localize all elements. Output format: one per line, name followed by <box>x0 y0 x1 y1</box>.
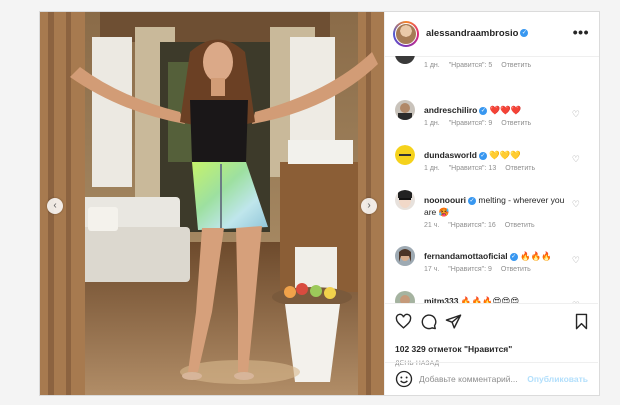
post-author-name[interactable]: alessandraambrosio ✓ <box>426 28 529 39</box>
comment-content: 🔥🔥🔥😍😍😍 <box>460 296 520 303</box>
comment-text: fernandamottaoficial ✓ 🔥🔥🔥 <box>424 250 574 262</box>
heart-icon[interactable] <box>395 313 412 330</box>
send-icon[interactable] <box>445 313 462 330</box>
commenter-avatar[interactable] <box>395 56 415 64</box>
commenter-avatar[interactable] <box>395 190 415 210</box>
comment-username[interactable]: mjtm333 <box>424 296 459 303</box>
comment-likes[interactable]: "Нравится": 13 <box>449 165 497 172</box>
profile-avatar-ring[interactable] <box>393 21 419 47</box>
commenter-avatar[interactable] <box>395 145 415 165</box>
comment-text: andreschiliro ✓ ❤️❤️❤️ <box>424 104 574 116</box>
comment-meta: 21 ч. "Нравится": 16 Ответить <box>424 222 574 229</box>
verified-badge-icon: ✓ <box>468 196 477 205</box>
bookmark-icon[interactable] <box>573 313 590 330</box>
instagram-post: ‹ › alessandraambrosio ✓ ••• 1 дн. "Нрави… <box>39 11 600 396</box>
comment-input[interactable] <box>419 370 529 388</box>
comment-text: noonoouri ✓ melting - wherever you are 🥵 <box>424 194 574 218</box>
add-comment-bar: Опубликовать <box>385 362 598 395</box>
comment-likes[interactable]: "Нравится": 9 <box>448 266 492 273</box>
comment-icon[interactable] <box>420 313 437 330</box>
verified-badge-icon: ✓ <box>509 252 518 261</box>
profile-avatar[interactable] <box>395 23 417 45</box>
post-side-panel: alessandraambrosio ✓ ••• 1 дн. "Нравится"… <box>384 12 599 395</box>
post-header: alessandraambrosio ✓ ••• <box>385 12 599 57</box>
commenter-avatar[interactable] <box>395 291 415 303</box>
verified-badge-icon: ✓ <box>479 106 488 115</box>
comment-reply-button[interactable]: Ответить <box>505 222 535 229</box>
publish-button[interactable]: Опубликовать <box>527 374 588 384</box>
comment-meta: 1 дн. "Нравится": 9 Ответить <box>424 120 574 127</box>
next-photo-button[interactable]: › <box>361 198 377 214</box>
comment-username[interactable]: noonoouri <box>424 195 466 205</box>
like-comment-heart-icon[interactable]: ♡ <box>572 109 580 120</box>
comment-age: 17 ч. <box>424 266 440 273</box>
comment-item: dundasworld ✓ 💛💛💛 1 дн. "Нравится": 13 От… <box>385 145 598 191</box>
comment-content: ❤️❤️❤️ <box>489 105 522 115</box>
comment-meta: 1 дн. "Нравится": 13 Ответить <box>424 165 574 172</box>
comment-reply-button[interactable]: Ответить <box>501 266 531 273</box>
like-comment-heart-icon[interactable]: ♡ <box>572 199 580 210</box>
comment-meta: 1 дн. "Нравится": 5 Ответить <box>424 62 574 69</box>
comment-text: mjtm333 🔥🔥🔥😍😍😍 <box>424 295 574 303</box>
comment-username[interactable]: dundasworld <box>424 150 477 160</box>
verified-badge-icon: ✓ <box>520 29 529 38</box>
post-photo[interactable]: ‹ › <box>40 12 384 395</box>
more-options-icon[interactable]: ••• <box>573 24 589 40</box>
photo-illustration <box>40 12 384 395</box>
commenter-avatar[interactable] <box>395 246 415 266</box>
comment-meta: 17 ч. "Нравится": 9 Ответить <box>424 266 574 273</box>
comment-content: 💛💛💛 <box>489 150 522 160</box>
like-comment-heart-icon[interactable]: ♡ <box>572 154 580 165</box>
likes-count[interactable]: 102 329 отметок "Нравится" <box>395 344 512 354</box>
comment-username[interactable]: fernandamottaoficial <box>424 251 508 261</box>
comment-age: 21 ч. <box>424 222 440 229</box>
comment-username[interactable]: andreschiliro <box>424 105 477 115</box>
like-comment-heart-icon[interactable]: ♡ <box>572 255 580 266</box>
comment-likes[interactable]: "Нравится": 16 <box>448 222 496 229</box>
comment-reply-button[interactable]: Ответить <box>505 165 535 172</box>
comment-content: 🔥🔥🔥 <box>519 251 552 261</box>
comment-likes[interactable]: "Нравится": 9 <box>449 120 493 127</box>
comment-item: 1 дн. "Нравится": 5 Ответить <box>385 56 598 90</box>
comment-item: fernandamottaoficial ✓ 🔥🔥🔥 17 ч. "Нравитс… <box>385 246 598 292</box>
emoji-icon[interactable] <box>395 370 413 388</box>
comment-text: dundasworld ✓ 💛💛💛 <box>424 149 574 161</box>
previous-photo-button[interactable]: ‹ <box>47 198 63 214</box>
comments-list: 1 дн. "Нравится": 5 Ответить andreschili… <box>385 56 598 303</box>
comment-reply-button[interactable]: Ответить <box>501 120 531 127</box>
comment-item: noonoouri ✓ melting - wherever you are 🥵 … <box>385 190 598 246</box>
comment-age: 1 дн. <box>424 62 440 69</box>
comment-age: 1 дн. <box>424 165 440 172</box>
comment-age: 1 дн. <box>424 120 440 127</box>
comment-reply-button[interactable]: Ответить <box>501 62 531 69</box>
comment-likes[interactable]: "Нравится": 5 <box>449 62 493 69</box>
comment-item: mjtm333 🔥🔥🔥😍😍😍 ♡ <box>385 291 598 303</box>
commenter-avatar[interactable] <box>395 100 415 120</box>
comment-item: andreschiliro ✓ ❤️❤️❤️ 1 дн. "Нравится": … <box>385 100 598 146</box>
verified-badge-icon: ✓ <box>478 151 487 160</box>
